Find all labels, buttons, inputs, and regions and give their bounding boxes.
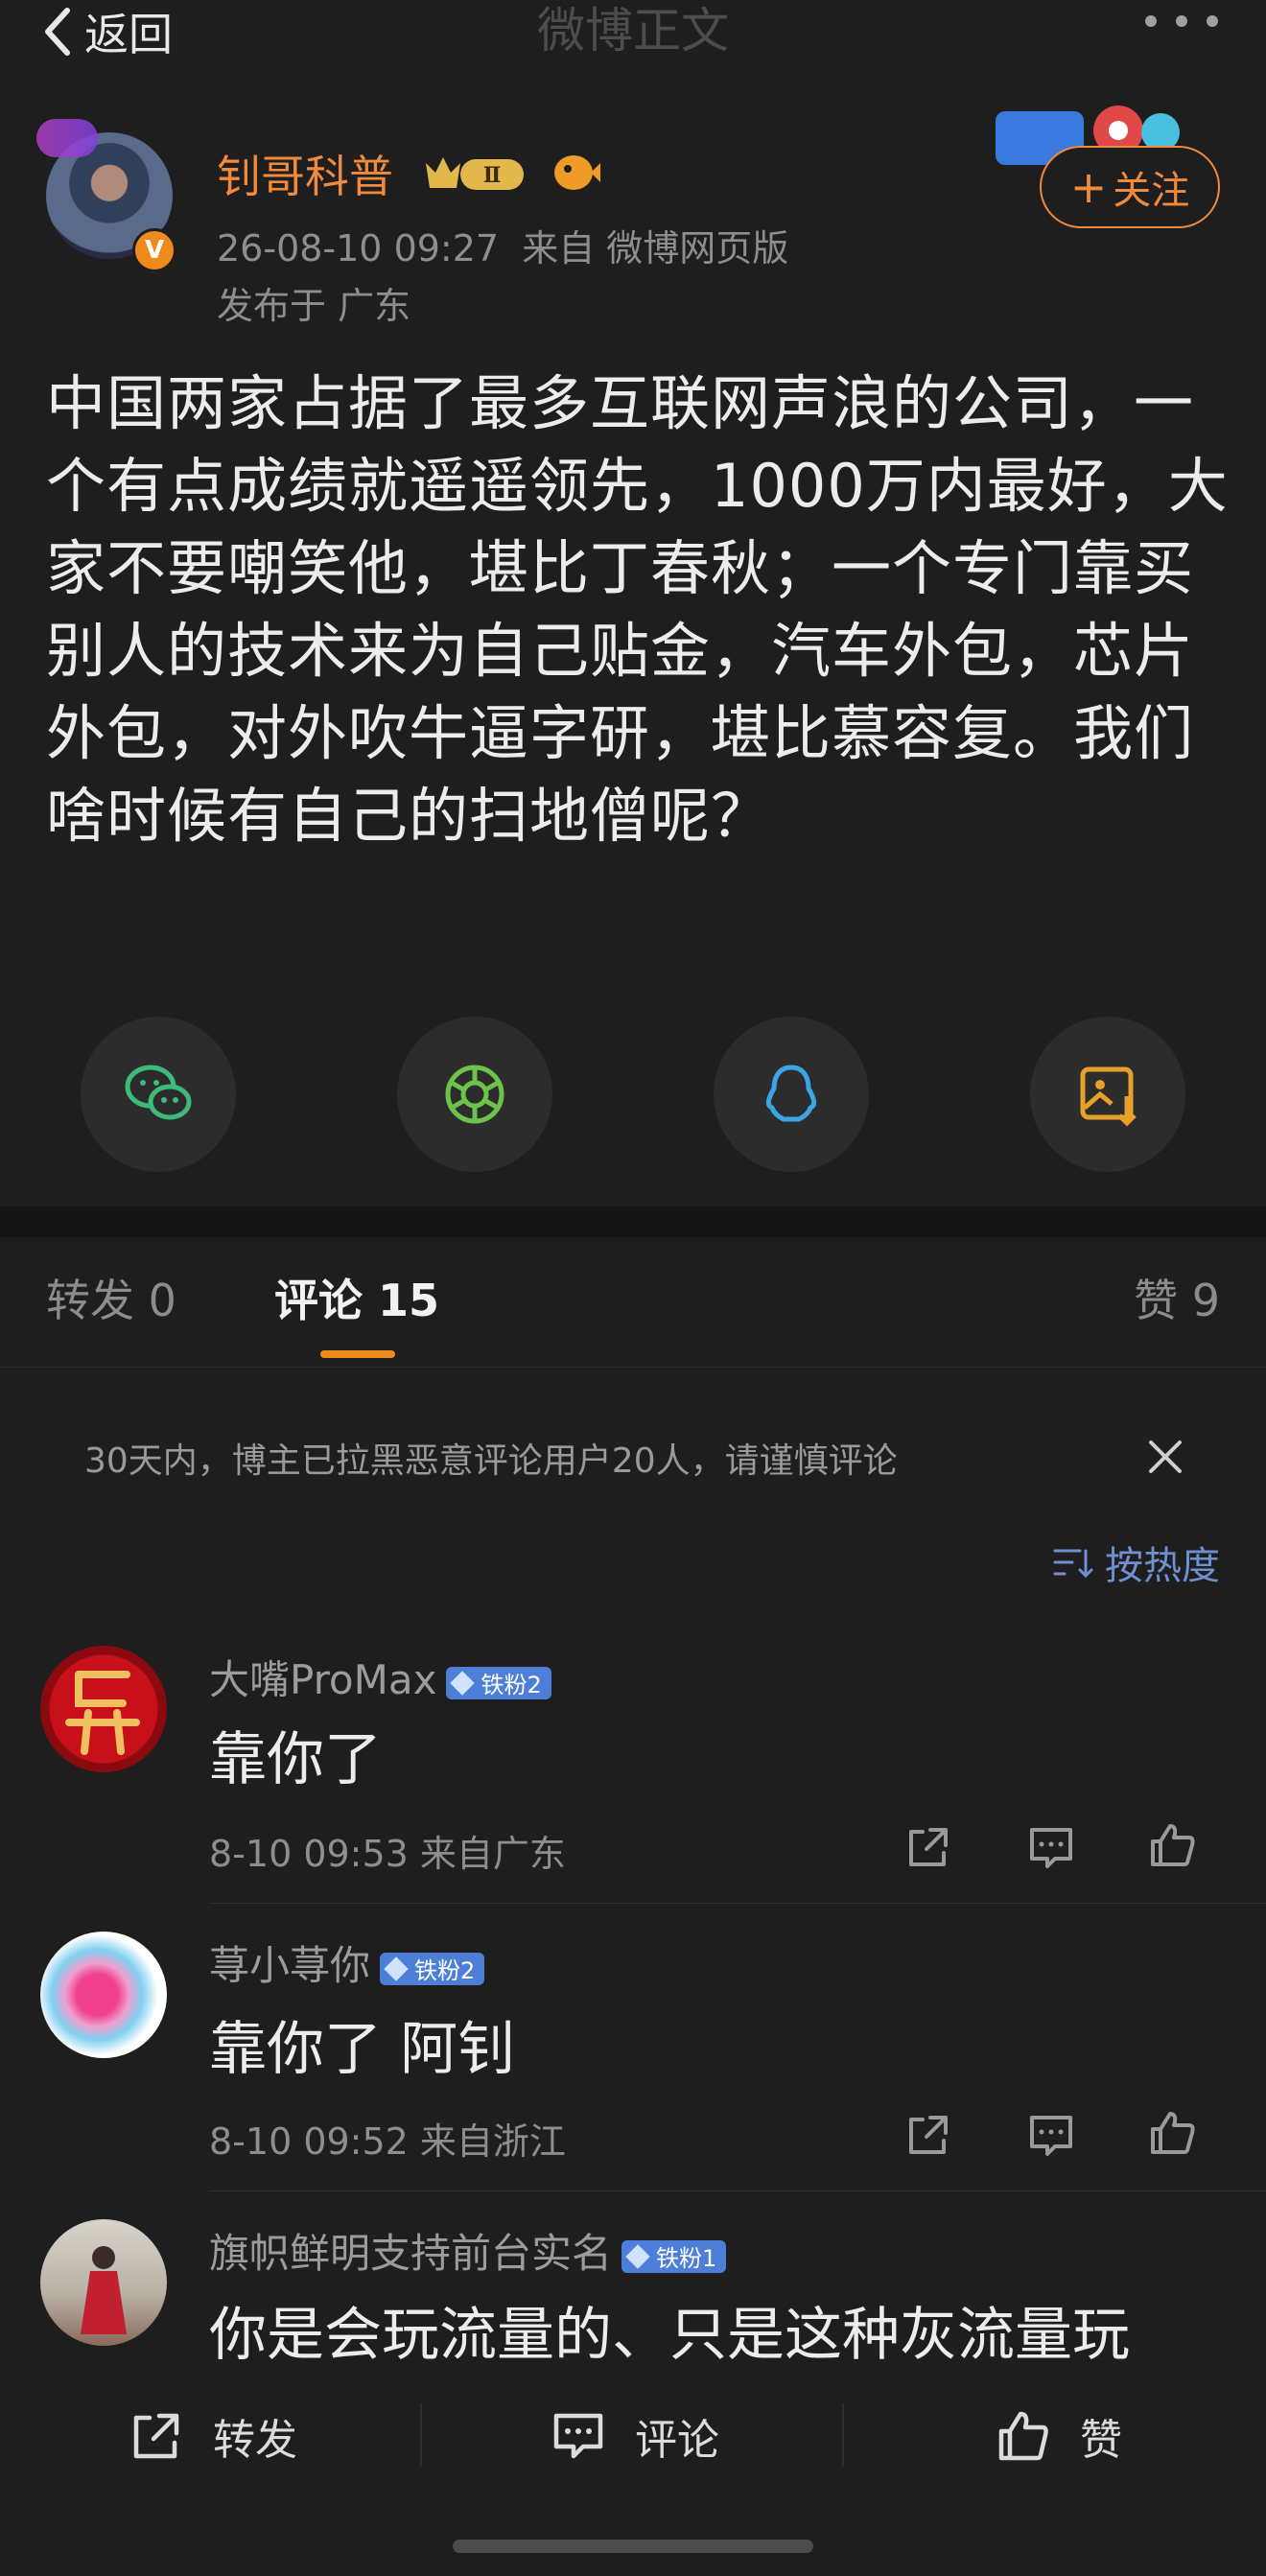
share-icon[interactable] <box>903 1822 953 1872</box>
reply-icon[interactable] <box>1026 1822 1076 1872</box>
comment-author[interactable]: 大嘴ProMax 铁粉2 <box>209 1648 551 1706</box>
comment-divider <box>209 2190 1266 2191</box>
commenter-avatar[interactable] <box>40 1932 167 2058</box>
fan-badge: 铁粉2 <box>446 1666 551 1699</box>
fan-fish-icon <box>554 155 600 190</box>
bar-separator <box>420 2403 422 2467</box>
repost-button[interactable]: 转发 <box>129 2398 297 2474</box>
svg-text:Ⅱ: Ⅱ <box>483 163 502 188</box>
plus-icon: + <box>1069 161 1108 213</box>
share-icon[interactable] <box>903 2110 953 2160</box>
moments-icon <box>445 1065 504 1124</box>
back-button[interactable]: 返回 <box>38 0 173 63</box>
share-qq-button[interactable] <box>714 1017 869 1172</box>
comment-text: 靠你了 <box>209 1726 382 1793</box>
diamond-icon <box>450 1670 476 1696</box>
comment-author-name[interactable]: 大嘴ProMax <box>209 1656 436 1703</box>
back-label: 返回 <box>84 9 173 60</box>
avatar-calligraphy-image <box>65 1671 140 1755</box>
author-name[interactable]: 钊哥科普 <box>217 142 393 205</box>
comment-button[interactable]: 评论 <box>551 2398 719 2474</box>
more-options-icon[interactable] <box>1145 15 1218 27</box>
follow-button[interactable]: + 关注 <box>1040 146 1220 228</box>
verified-badge-icon: V <box>132 228 176 272</box>
post-location: 发布于 广东 <box>217 285 411 327</box>
follow-label: 关注 <box>1113 169 1190 213</box>
like-label: 赞 <box>1080 2416 1122 2465</box>
fan-badge: 铁粉1 <box>621 2239 727 2273</box>
sort-button[interactable]: 按热度 <box>1051 1534 1220 1590</box>
commenter-avatar[interactable] <box>40 2219 167 2346</box>
tab-like[interactable]: 赞 9 <box>1134 1272 1220 1329</box>
active-tab-indicator <box>320 1350 395 1358</box>
comment-text: 靠你了 阿钊 <box>209 2016 516 2083</box>
repost-icon <box>133 2413 179 2459</box>
bar-separator <box>842 2403 844 2467</box>
share-moments-button[interactable] <box>397 1017 552 1172</box>
qq-icon <box>765 1065 817 1122</box>
post-meta: 26-08-10 09:27 来自 微博网页版 <box>217 227 789 269</box>
save-image-icon <box>1080 1066 1137 1127</box>
sort-label: 按热度 <box>1105 1544 1220 1588</box>
comment-notice: 30天内，博主已拉黑恶意评论用户20人，请谨慎评论 <box>84 1441 898 1481</box>
comment-author[interactable]: 荨小荨你 铁粉2 <box>209 1933 485 1992</box>
commenter-avatar[interactable] <box>40 1646 167 1772</box>
sort-icon <box>1053 1549 1093 1579</box>
tab-comment[interactable]: 评论 15 <box>274 1272 439 1329</box>
diamond-icon <box>384 1955 409 1981</box>
comment-label: 评论 <box>635 2416 719 2465</box>
thumbs-up-icon <box>998 2411 1048 2461</box>
thumbs-up-icon[interactable] <box>1147 2108 1197 2158</box>
wechat-icon <box>125 1065 192 1120</box>
share-wechat-button[interactable] <box>81 1017 236 1172</box>
comment-time: 8-10 09:53 来自广东 <box>209 1833 566 1875</box>
comment-author-name[interactable]: 荨小荨你 <box>209 1942 370 1989</box>
reply-icon[interactable] <box>1026 2110 1076 2160</box>
avatar-figure-image <box>81 2246 127 2334</box>
like-button[interactable]: 赞 <box>996 2398 1122 2474</box>
top-bar: 微博正文 返回 <box>0 0 1266 67</box>
diamond-icon <box>625 2243 650 2269</box>
close-icon[interactable] <box>1141 1433 1189 1481</box>
tab-repost[interactable]: 转发 0 <box>46 1272 176 1329</box>
page-title: 微博正文 <box>537 3 729 59</box>
section-divider <box>0 1206 1266 1237</box>
comment-author[interactable]: 旗帜鲜明支持前台实名 铁粉1 <box>209 2221 727 2280</box>
post-text: 中国两家占据了最多互联网声浪的公司，一个有点成绩就遥遥领先，1000万内最好，大… <box>46 368 1229 851</box>
fan-badge: 铁粉2 <box>380 1952 485 1985</box>
thumbs-up-icon[interactable] <box>1147 1820 1197 1870</box>
tabs-divider <box>0 1367 1266 1368</box>
comment-author-name[interactable]: 旗帜鲜明支持前台实名 <box>209 2230 612 2277</box>
vip-crown-badge-icon: Ⅱ <box>426 157 524 190</box>
chevron-left-icon <box>45 8 70 56</box>
home-indicator[interactable] <box>453 2540 813 2553</box>
comment-icon <box>553 2413 603 2459</box>
save-image-button[interactable] <box>1030 1017 1185 1172</box>
comment-time: 8-10 09:52 来自浙江 <box>209 2120 566 2163</box>
comment-text: 你是会玩流量的、只是这种灰流量玩 <box>209 2302 1130 2369</box>
repost-label: 转发 <box>213 2416 297 2465</box>
comment-divider <box>209 1903 1266 1904</box>
